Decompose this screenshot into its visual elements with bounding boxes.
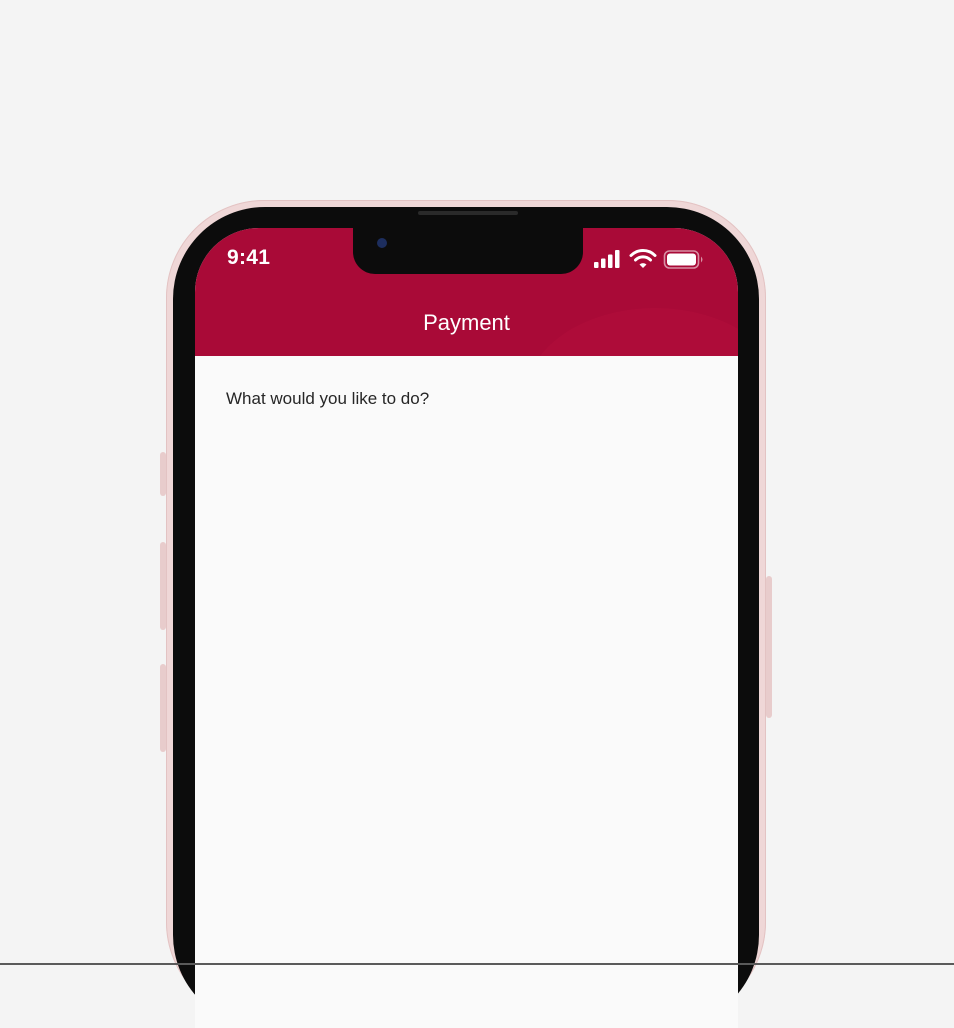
battery-icon — [663, 250, 703, 269]
prompt-text: What would you like to do? — [226, 389, 430, 408]
side-button-silent — [160, 452, 166, 496]
side-button-volume-down — [160, 664, 166, 752]
speaker-grille — [418, 211, 518, 215]
signal-icon — [594, 250, 620, 268]
notch — [353, 228, 583, 274]
page-title: Payment — [423, 310, 510, 335]
wifi-icon — [629, 249, 657, 268]
side-button-power — [766, 576, 772, 718]
camera — [377, 238, 387, 248]
phone-screen: 9:41 Payment What would you like to do? — [195, 228, 738, 1028]
status-icons — [593, 248, 708, 270]
side-button-volume-up — [160, 542, 166, 630]
app-header: 9:41 Payment — [195, 228, 738, 356]
status-time: 9:41 — [227, 246, 271, 269]
